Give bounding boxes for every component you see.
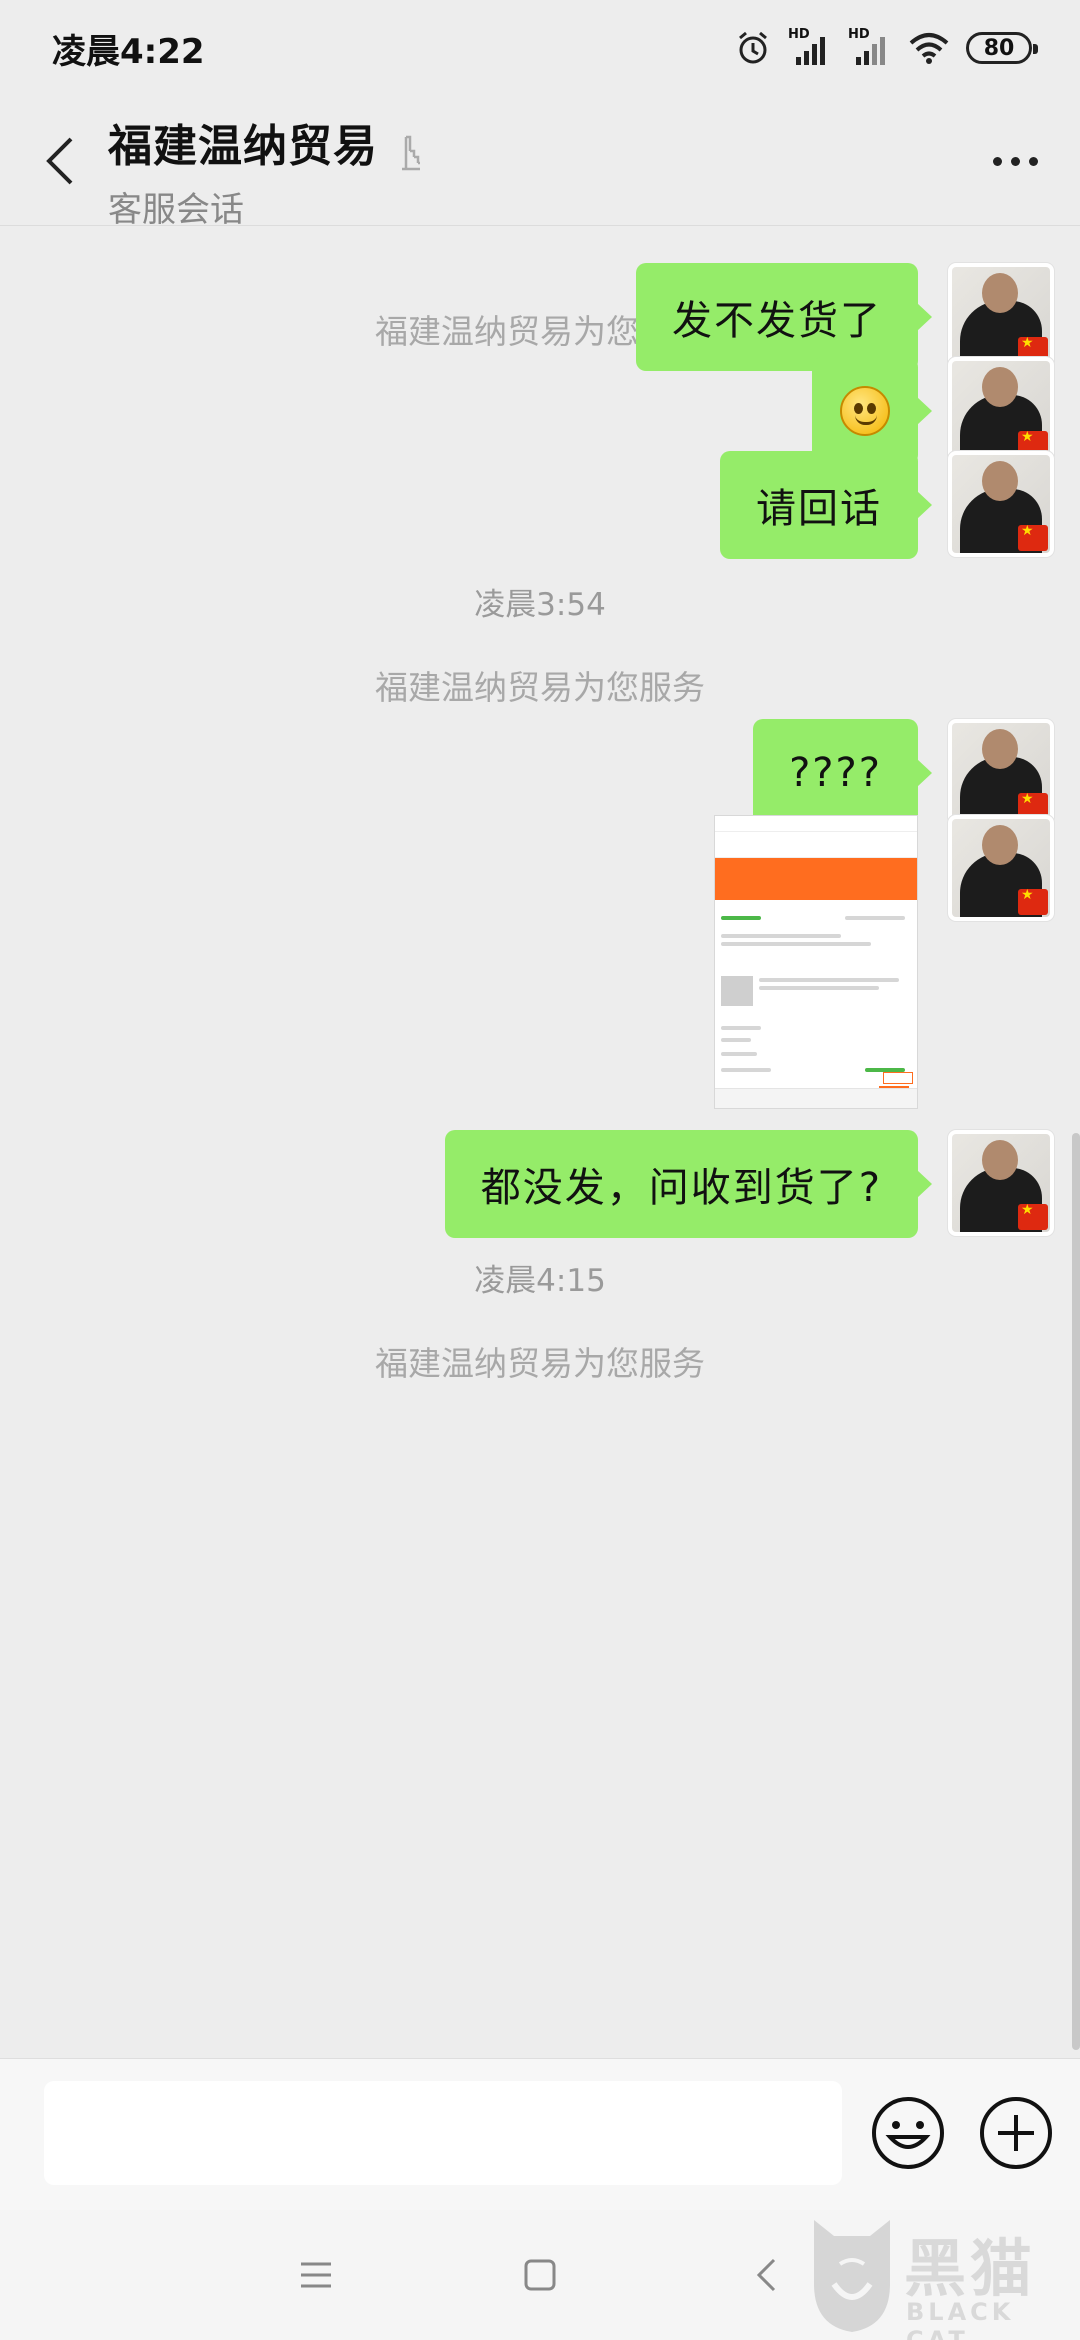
message-bubble[interactable]: 发不发货了 [636,263,932,371]
smile-emoji-icon [840,386,890,436]
avatar[interactable] [948,451,1054,557]
message-row: 发不发货了 [636,263,1054,371]
message-row: 都没发，问收到货了? [444,1130,1054,1238]
emoji-button[interactable] [868,2093,948,2173]
more-dot [992,156,1002,166]
chevron-left-icon [756,2258,776,2292]
input-bar [0,2058,1080,2210]
more-dot [1028,156,1038,166]
message-row [812,357,1054,465]
system-notice: 福建温纳贸易为您服务 [375,1344,705,1383]
chat-area[interactable]: 福建温纳贸易为您服务 发不发货了 请回话 凌晨3:54 福建温纳贸易为您服务 ?… [0,227,1080,2057]
message-bubble[interactable] [812,357,932,465]
signal-icon-1: HD [788,27,832,67]
avatar[interactable] [948,815,1054,921]
avatar[interactable] [948,719,1054,825]
plus-icon [980,2097,1052,2169]
nav-menu-button[interactable] [286,2245,346,2305]
message-input[interactable] [44,2081,842,2185]
hand-icon [402,135,420,171]
page-title: 福建温纳贸易 [108,121,378,172]
watermark: 黑猫 BLACK CAT [804,2214,1074,2340]
smile-icon [872,2097,944,2169]
avatar[interactable] [948,357,1054,463]
message-bubble[interactable]: ???? [753,719,932,827]
system-notice: 福建温纳贸易为您服务 [375,668,705,707]
status-icons: HD HD 80 [734,27,1038,67]
more-dot [1010,156,1020,166]
back-button[interactable] [30,126,90,196]
timestamp: 凌晨4:15 [474,1263,606,1299]
watermark-text: 黑猫 [904,2232,1037,2305]
alarm-icon [739,31,767,64]
chevron-left-icon [46,137,73,185]
nav-back-button[interactable] [736,2245,796,2305]
cat-logo-icon [814,2220,890,2332]
watermark-subtext: BLACK CAT [906,2298,1015,2340]
more-options-button[interactable] [980,136,1050,186]
timestamp: 凌晨3:54 [474,587,606,623]
nav-home-button[interactable] [510,2245,570,2305]
signal-icon-2: HD [848,27,892,67]
message-bubble[interactable]: 都没发，问收到货了? [444,1130,933,1238]
message-bubble[interactable]: 请回话 [720,451,932,559]
chat-scrollbar[interactable] [1072,1133,1080,2050]
message-row: 请回话 [720,451,1054,559]
avatar[interactable] [948,1130,1054,1236]
wifi-icon [909,33,949,64]
menu-icon [301,2262,331,2288]
message-row: ???? [753,719,1054,827]
square-icon [524,2259,556,2291]
page-subtitle: 客服会话 [108,190,244,230]
status-bar: 凌晨4:22 HD HD 80 [0,0,1080,96]
add-attachment-button[interactable] [976,2093,1056,2173]
chat-header: 福建温纳贸易 客服会话 [0,96,1080,230]
avatar[interactable] [948,263,1054,369]
header-title-block: 福建温纳贸易 客服会话 [108,110,432,231]
message-row [714,815,1054,1109]
order-screenshot-image[interactable] [714,815,918,1109]
status-time: 凌晨4:22 [52,31,205,72]
battery-indicator: 80 [966,32,1038,64]
